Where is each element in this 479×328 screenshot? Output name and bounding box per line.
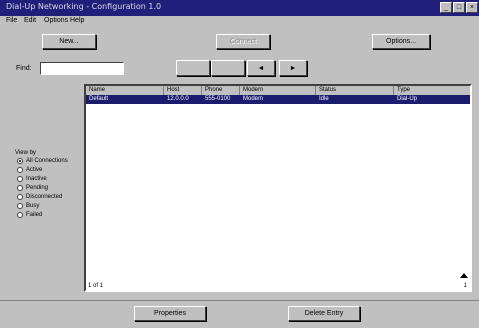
menu-edit[interactable]: Edit [24, 16, 36, 26]
new-button[interactable]: New... [42, 34, 96, 49]
filter-option-label: Failed [26, 212, 43, 218]
column-phone[interactable]: Phone [202, 86, 240, 95]
column-status[interactable]: Status [316, 86, 394, 95]
filter-option-label: Inactive [26, 176, 47, 182]
filter-option-label: All Connections [26, 158, 68, 164]
column-modem[interactable]: Modem [240, 86, 316, 95]
cell-host: 12.0.0.0 [167, 96, 189, 102]
list-row[interactable]: Default 12.0.0.0 555-0100 Modem Idle Dia… [86, 95, 470, 104]
window-title: Dial-Up Networking - Configuration 1.0 [6, 2, 162, 11]
minimize-button[interactable]: _ [440, 2, 452, 13]
cell-modem: Modem [243, 96, 264, 102]
close-button[interactable]: × [466, 2, 478, 13]
arrow-left-icon: ◄ [257, 65, 265, 72]
list-status-count: 1 of 1 [88, 283, 104, 289]
properties-button[interactable]: Properties [134, 306, 206, 321]
next-button[interactable]: ► [279, 60, 307, 76]
cell-name: Default [89, 96, 109, 102]
list-status-page: 1 [463, 283, 467, 289]
radio-icon[interactable] [17, 185, 23, 191]
divider [0, 300, 479, 301]
filter-option-label: Disconnected [26, 194, 63, 200]
menu-file[interactable]: File [6, 16, 17, 26]
filter-option-label: Pending [26, 185, 49, 191]
radio-icon[interactable] [17, 212, 23, 218]
menu-bar: File Edit Options Help [0, 16, 479, 26]
delete-entry-button[interactable]: Delete Entry [288, 306, 360, 321]
connect-button[interactable]: Connect [216, 34, 270, 49]
options-button[interactable]: Options... [372, 34, 430, 49]
cell-phone: 555-0100 [205, 96, 231, 102]
arrow-right-icon: ► [289, 65, 297, 72]
column-name[interactable]: Name [86, 86, 164, 95]
radio-icon[interactable] [17, 167, 23, 173]
column-type[interactable]: Type [394, 86, 470, 95]
filter-title: View by [15, 150, 36, 156]
search-label: Find: [16, 65, 32, 72]
column-host[interactable]: Host [164, 86, 202, 95]
prev-button[interactable]: ◄ [247, 60, 275, 76]
radio-icon[interactable] [17, 176, 23, 182]
menu-options[interactable]: Options [44, 16, 68, 26]
nav-second-button[interactable] [211, 60, 245, 76]
list-header: Name Host Phone Modem Status Type [86, 86, 470, 95]
radio-icon[interactable] [17, 194, 23, 200]
menu-help[interactable]: Help [70, 16, 84, 26]
radio-icon[interactable] [17, 158, 23, 164]
radio-icon[interactable] [17, 203, 23, 209]
cell-type: Dial-Up [397, 96, 418, 102]
nav-first-button[interactable] [176, 60, 210, 76]
cell-status: Idle [319, 96, 329, 102]
scroll-up-icon[interactable] [460, 273, 468, 278]
filter-option-label: Active [26, 167, 43, 173]
connections-list[interactable]: Name Host Phone Modem Status Type Defaul… [84, 84, 472, 292]
title-bar: Dial-Up Networking - Configuration 1.0 _… [0, 0, 479, 16]
maximize-button[interactable]: □ [453, 2, 465, 13]
filter-option-label: Busy [26, 203, 40, 209]
search-input[interactable] [40, 62, 124, 75]
